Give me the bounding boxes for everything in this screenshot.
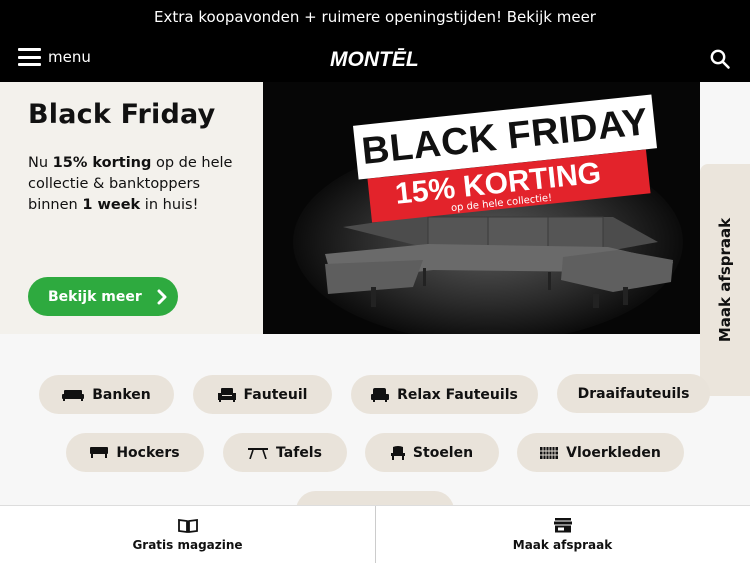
- category-hockers[interactable]: Hockers: [66, 433, 204, 472]
- chevron-right-icon: [157, 289, 167, 304]
- hero-panel: Black Friday Nu 15% korting op de hele c…: [0, 82, 263, 334]
- maak-afspraak-side-tab[interactable]: Maak afspraak: [700, 164, 750, 396]
- category-draaifauteuils[interactable]: Draaifauteuils: [557, 374, 710, 413]
- search-icon[interactable]: [709, 48, 731, 70]
- cta-label: Bekijk meer: [48, 288, 142, 305]
- category-vloerkleden[interactable]: Vloerkleden: [517, 433, 684, 472]
- book-icon: [177, 518, 198, 533]
- hamburger-icon: [18, 48, 41, 66]
- category-stoelen[interactable]: Stoelen: [365, 433, 499, 472]
- site-header: menu MONTĒL: [0, 34, 750, 82]
- side-tab-label: Maak afspraak: [716, 217, 734, 343]
- gratis-magazine-button[interactable]: Gratis magazine: [0, 506, 375, 563]
- announcement-text[interactable]: Extra koopavonden + ruimere openingstijd…: [154, 8, 596, 26]
- table-icon: [248, 447, 269, 459]
- chair-icon: [390, 445, 405, 460]
- category-relax-fauteuils[interactable]: Relax Fauteuils: [351, 375, 538, 414]
- category-tafels[interactable]: Tafels: [223, 433, 347, 472]
- rug-icon: [540, 446, 559, 459]
- ottoman-icon: [90, 447, 109, 458]
- store-icon: [553, 518, 572, 533]
- maak-afspraak-button[interactable]: Maak afspraak: [375, 506, 750, 563]
- category-banken[interactable]: Banken: [39, 375, 174, 414]
- bottom-bar: Gratis magazine Maak afspraak: [0, 505, 750, 563]
- hero-title: Black Friday: [28, 99, 216, 130]
- armchair-icon: [217, 387, 236, 402]
- sofa-icon: [62, 389, 85, 401]
- hero-banner-image[interactable]: BLACK FRIDAY 15% KORTING op de hele coll…: [263, 82, 700, 334]
- category-fauteuil[interactable]: Fauteuil: [193, 375, 332, 414]
- bekijk-meer-button[interactable]: Bekijk meer: [28, 277, 178, 316]
- menu-button[interactable]: menu: [18, 48, 91, 66]
- menu-label: menu: [48, 48, 91, 66]
- montel-logo[interactable]: MONTĒL: [330, 48, 419, 72]
- announcement-bar[interactable]: Extra koopavonden + ruimere openingstijd…: [0, 0, 750, 34]
- hero-description: Nu 15% korting op de hele collectie & ba…: [28, 155, 233, 213]
- recliner-icon: [371, 387, 390, 402]
